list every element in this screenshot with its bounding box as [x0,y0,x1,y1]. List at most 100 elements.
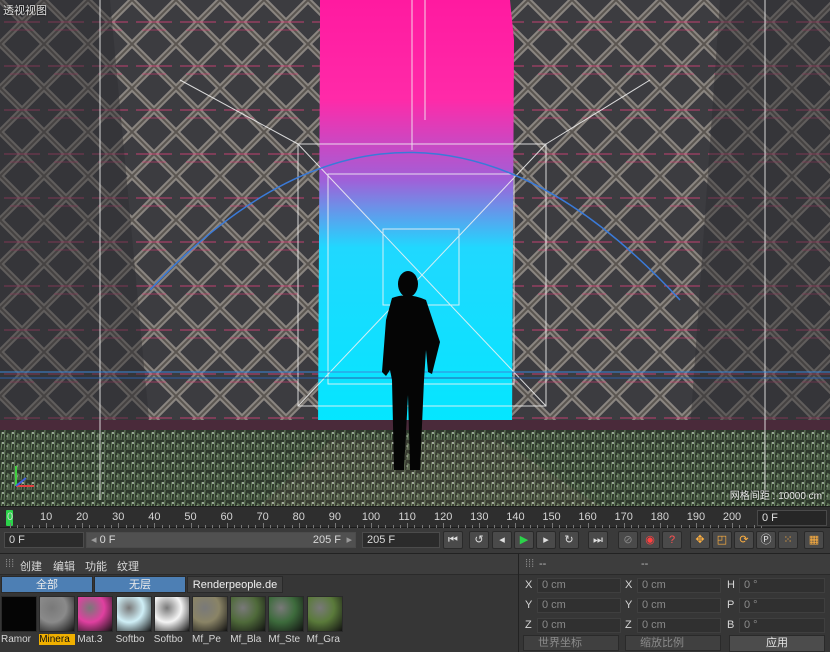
rot-h-field[interactable]: 0 ° [739,578,825,593]
grid-spacing-label: 网格间距 : 10000 cm [729,491,822,502]
rot-h-label: H [727,579,735,591]
size-x-field[interactable]: 0 cm [637,578,721,593]
material-swatch[interactable] [77,596,114,632]
perspective-viewport[interactable]: 透视视图 网格间距 : 10000 cm [0,0,830,506]
pos-x-field[interactable]: 0 cm [537,578,621,593]
size-mode-select[interactable]: 缩放比例 [625,635,721,651]
timeline-tick-label: 60 [220,511,233,523]
current-frame-field[interactable]: 0 F [757,510,827,526]
timeline-tick-label: 90 [328,511,342,523]
rot-b-label: B [727,619,735,631]
coordinates-manager: ⁞⁞⁞ -- -- X 0 cm Y 0 cm Z 0 cm X 0 cm Y … [518,553,830,652]
pos-z-field[interactable]: 0 cm [537,618,621,633]
material-manager: ⁞⁞⁞ 创建 编辑 功能 纹理 全部 无层 Renderpeople.de Ra… [0,553,518,652]
rotate-icon[interactable]: ⟳ [734,531,754,549]
timeline-tick-label: 160 [578,511,597,523]
start-frame-field[interactable]: 0 F [4,532,84,548]
filter-no-layer[interactable]: 无层 [94,576,186,593]
timeline-tick-label: 130 [470,511,489,523]
size-x-label: X [625,579,633,591]
grid-icon[interactable]: ⁙ [778,531,798,549]
timeline-tick-label: 70 [256,511,269,523]
pos-x-label: X [525,579,533,591]
param-icon[interactable]: Ⓟ [756,531,776,549]
coordinate-system-select[interactable]: 世界坐标 [523,635,619,651]
viewport-title[interactable]: 透视视图 [3,2,47,18]
timeline-tick-label: 140 [506,511,525,523]
prev-key-icon[interactable]: ↺ [469,531,489,549]
transport-bar: 0 F ◂ 0 F 205 F ▸ 205 F ⏮ ↺ ◂ ▶ ▸ ↻ ⏭ ⊘ … [0,528,830,552]
pos-z-label: Z [525,619,532,631]
loop-icon[interactable]: ↻ [559,531,579,549]
scale-icon[interactable]: ◰ [712,531,732,549]
material-label[interactable]: Minera [39,634,76,645]
size-y-label: Y [625,599,633,611]
play-forward-icon[interactable]: ▶ [514,531,534,549]
size-z-label: Z [625,619,632,631]
pos-y-field[interactable]: 0 cm [537,598,621,613]
material-label[interactable]: Mf_Ste [268,634,304,645]
material-swatch[interactable] [153,596,190,632]
material-label[interactable]: Mf_Gra [307,634,343,645]
rot-p-field[interactable]: 0 ° [739,598,825,613]
material-label[interactable]: Mat.3 [77,634,113,645]
menu-edit[interactable]: 编辑 [53,558,75,574]
range-start-label: 0 F [99,534,116,546]
timeline-tick-label: 190 [686,511,706,523]
apply-button[interactable]: 应用 [729,635,825,652]
material-swatch[interactable] [306,596,343,632]
coordinates-header: ⁞⁞⁞ -- -- [519,554,830,575]
coord-header-label-2: -- [641,558,649,570]
material-label[interactable]: Mf_Pe [192,634,228,645]
film-icon[interactable]: ▦ [804,531,824,549]
material-label[interactable]: Ramor [1,634,37,645]
timeline-tick-label: 150 [542,511,561,523]
move-icon[interactable]: ✥ [690,531,710,549]
go-to-start-icon[interactable]: ⏮ [443,531,463,549]
menu-function[interactable]: 功能 [85,558,107,574]
material-swatch[interactable] [192,596,228,632]
filter-renderpeople[interactable]: Renderpeople.de [187,576,283,593]
record-icon[interactable]: ◉ [640,531,660,549]
coord-header-label-1: -- [539,558,547,570]
range-slider[interactable]: ◂ 0 F 205 F ▸ [86,532,356,548]
timeline-tick-label: 200 [722,511,742,523]
rot-b-field[interactable]: 0 ° [739,618,825,633]
end-frame-field[interactable]: 205 F [362,532,440,548]
rot-p-label: P [727,599,735,611]
timeline-tick-label: 0 [6,511,14,523]
timeline-tick-label: 80 [292,511,305,523]
pos-y-label: Y [525,599,533,611]
timeline-tick-label: 100 [361,511,381,523]
material-swatch[interactable] [230,596,267,632]
go-to-end-icon[interactable]: ⏭ [588,531,608,549]
size-z-field[interactable]: 0 cm [637,618,721,633]
timeline-tick-label: 120 [434,511,453,523]
material-swatch[interactable] [1,596,37,632]
size-y-field[interactable]: 0 cm [637,598,721,613]
material-swatch[interactable] [39,596,76,632]
material-label[interactable]: Softbo [154,634,190,645]
timeline-tick-label: 50 [184,511,197,523]
menu-texture[interactable]: 纹理 [117,558,139,574]
timeline-tick-label: 10 [39,511,53,523]
timeline-tick-label: 180 [650,511,669,523]
material-swatch[interactable] [115,596,152,632]
filter-all[interactable]: 全部 [1,576,93,593]
material-label[interactable]: Softbo [116,634,152,645]
timeline-ruler[interactable]: 0 10 20 30 40 50 60 70 80 90 100 110 120 130 140 150 160… [0,506,830,528]
material-swatch[interactable] [268,596,305,632]
keyframe-icon[interactable]: ⊘ [618,531,638,549]
timeline-tick-label: 40 [148,511,161,523]
timeline-tick-label: 20 [76,511,89,523]
material-menubar: ⁞⁞⁞ 创建 编辑 功能 纹理 [0,554,518,575]
material-label[interactable]: Mf_Bla [230,634,266,645]
viewport-render [0,0,830,506]
menu-create[interactable]: 创建 [20,558,42,574]
next-key-icon[interactable]: ▸ [536,531,556,549]
timeline-tick-label: 110 [398,511,416,523]
help-icon[interactable]: ? [662,531,682,549]
range-end-label: 205 F [312,534,341,546]
cinema4d-window: 透视视图 网格间距 : 10000 cm 0 10 20 30 40 50 60 70 80 90… [0,0,830,652]
play-back-icon[interactable]: ◂ [492,531,512,549]
